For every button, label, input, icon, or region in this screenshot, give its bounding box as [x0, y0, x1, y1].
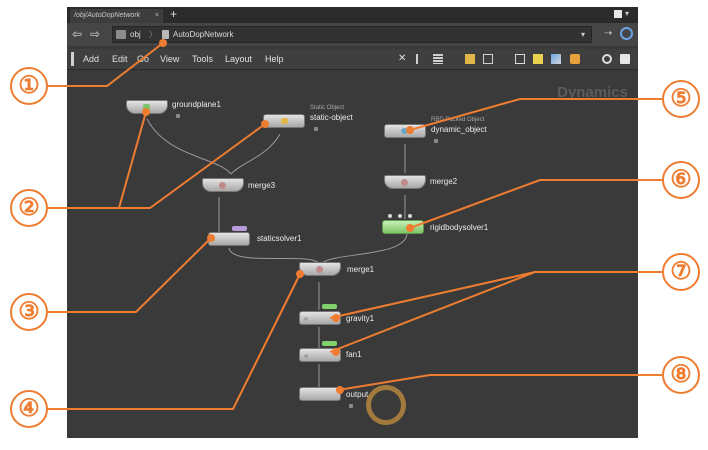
- callout-lines: [45, 39, 662, 410]
- callout-6: ⑥: [662, 161, 700, 199]
- callout-8: ⑧: [662, 356, 700, 394]
- callout-4: ④: [10, 390, 48, 428]
- callout-1: ①: [10, 67, 48, 105]
- callout-2: ②: [10, 189, 48, 227]
- callout-5: ⑤: [662, 80, 700, 118]
- callout-7: ⑦: [662, 253, 700, 291]
- callout-3: ③: [10, 293, 48, 331]
